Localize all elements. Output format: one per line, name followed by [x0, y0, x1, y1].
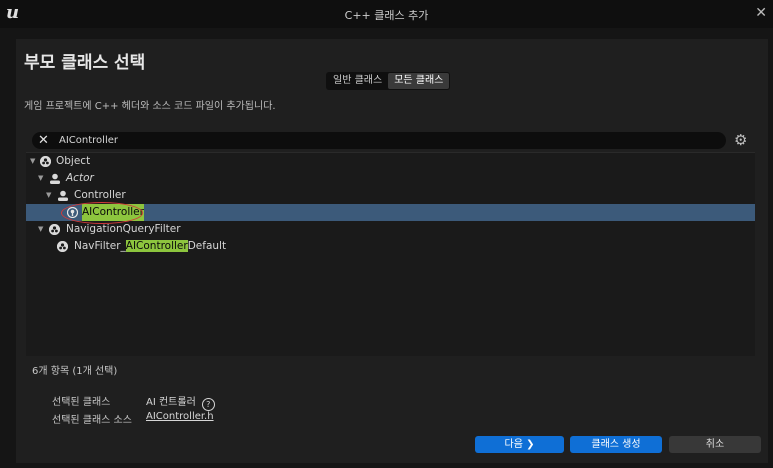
dialog-panel: 부모 클래스 선택 일반 클래스 모든 클래스 게임 프로젝트에 C++ 헤더와… [16, 39, 768, 463]
tree-row-actor[interactable]: ▼ Actor [26, 170, 755, 187]
item-count: 6개 항목 (1개 선택) [32, 366, 118, 377]
create-class-button[interactable]: 클래스 생성 [570, 436, 662, 453]
tree-row-navigationqueryfilter[interactable]: ▼ NavigationQueryFilter [26, 221, 755, 238]
label-highlight: AIController [125, 240, 188, 252]
selected-class-label: 선택된 클래스 [52, 397, 111, 408]
actor-class-icon [49, 173, 60, 184]
page-title: 부모 클래스 선택 [24, 53, 146, 73]
search-input[interactable]: AIController [59, 132, 118, 149]
selected-source-link[interactable]: AIController.h [146, 411, 214, 422]
tree-row-object[interactable]: ▼ Object [26, 153, 755, 170]
gear-icon[interactable]: ⚙ [734, 131, 747, 149]
selected-source-label: 선택된 클래스 소스 [52, 415, 132, 426]
tree-row-controller[interactable]: ▼ Controller [26, 187, 755, 204]
title-bar: u C++ 클래스 추가 ✕ [0, 0, 773, 28]
window-title: C++ 클래스 추가 [344, 9, 429, 22]
class-filter-toggle: 일반 클래스 모든 클래스 [326, 72, 451, 90]
tree-row-navfilter-aicontroller-default[interactable]: NavFilter_AIControllerDefault [26, 238, 755, 255]
annotation-circle [61, 202, 143, 224]
next-button[interactable]: 다음 ❯ [475, 436, 564, 453]
search-box[interactable]: ✕ AIController [32, 132, 726, 149]
tree-item-label: Actor [66, 172, 94, 184]
tree-item-label: NavigationQueryFilter [66, 223, 181, 235]
expand-arrow-icon[interactable]: ▼ [38, 221, 43, 238]
tab-common-classes[interactable]: 일반 클래스 [327, 73, 388, 89]
expand-arrow-icon[interactable]: ▼ [46, 187, 51, 204]
tree-item-label: NavFilter_AIControllerDefault [74, 238, 226, 255]
controller-class-icon [57, 190, 68, 201]
class-tree: ▼ Object ▼ Actor ▼ Controller AIControll… [26, 152, 755, 356]
label-prefix: NavFilter_ [74, 240, 126, 252]
chevron-right-icon: ❯ [526, 439, 535, 450]
object-class-icon [49, 224, 60, 235]
expand-arrow-icon[interactable]: ▼ [30, 153, 35, 170]
tab-all-classes[interactable]: 모든 클래스 [388, 73, 450, 89]
label-suffix: Default [187, 240, 227, 252]
object-class-icon [40, 156, 51, 167]
selected-class-value: AI 컨트롤러? [146, 393, 215, 411]
selected-class-name: AI 컨트롤러 [146, 397, 196, 408]
next-button-label: 다음 [504, 439, 523, 450]
description-text: 게임 프로젝트에 C++ 헤더와 소스 코드 파일이 추가됩니다. [24, 101, 276, 112]
clear-search-icon[interactable]: ✕ [38, 132, 49, 149]
expand-arrow-icon[interactable]: ▼ [38, 170, 43, 187]
close-icon[interactable]: ✕ [755, 5, 767, 21]
help-icon[interactable]: ? [201, 398, 215, 411]
object-class-icon [57, 241, 68, 252]
tree-item-label: Object [56, 155, 91, 167]
cancel-button[interactable]: 취소 [669, 436, 761, 453]
